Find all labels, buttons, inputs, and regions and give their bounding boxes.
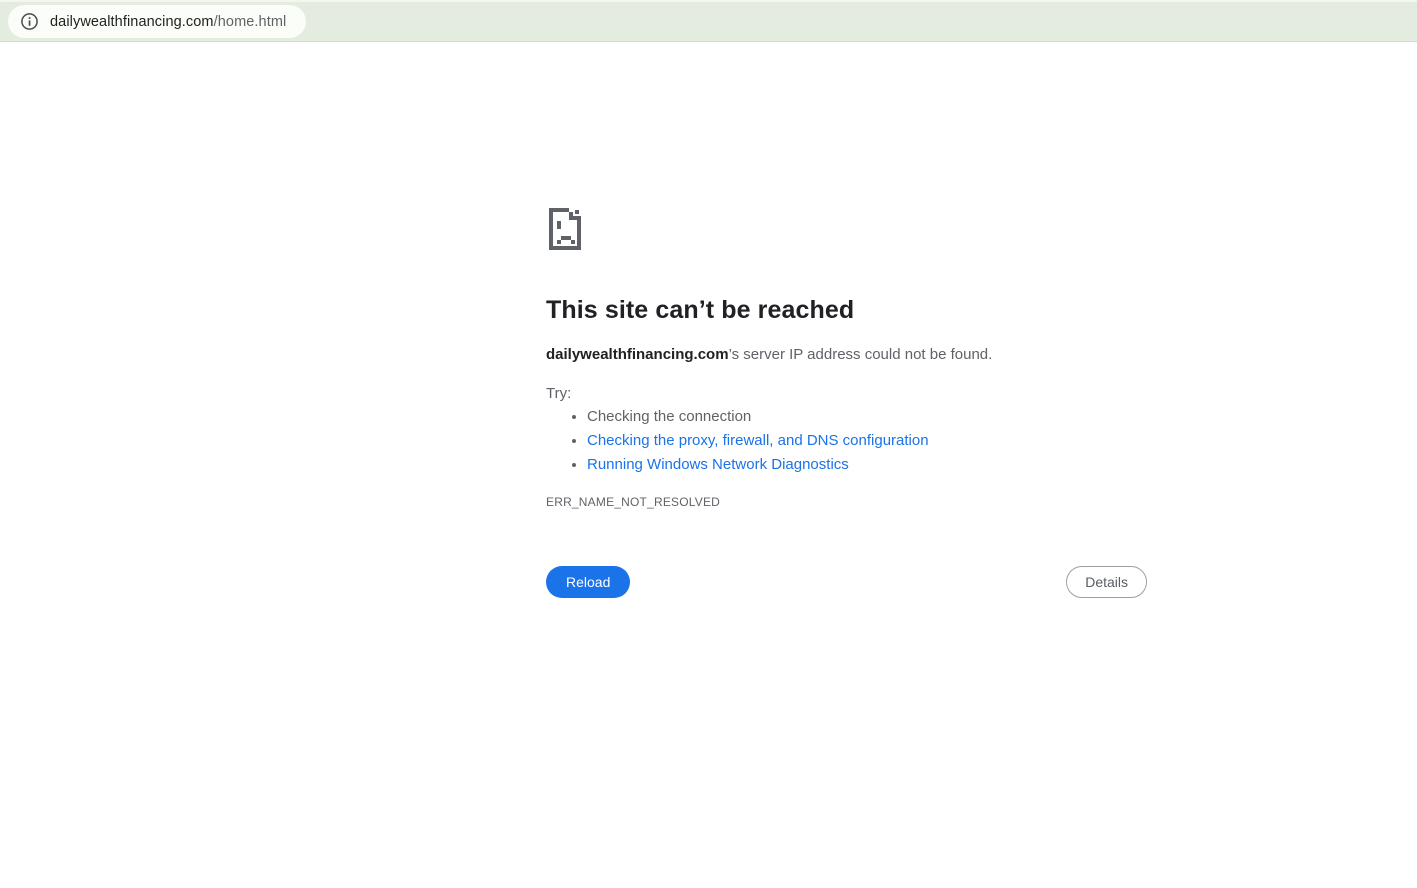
url-path: /home.html: [213, 13, 287, 30]
suggestion-item: Checking the proxy, firewall, and DNS co…: [587, 429, 929, 453]
error-message: dailywealthfinancing.com’s server IP add…: [546, 345, 992, 365]
button-row: Reload Details: [546, 566, 1147, 598]
error-message-domain: dailywealthfinancing.com: [546, 346, 729, 363]
suggestion-list: Checking the connection Checking the pro…: [546, 405, 929, 477]
suggestion-item: Checking the connection: [587, 405, 929, 429]
suggestion-text: Checking the connection: [587, 408, 752, 425]
error-message-suffix: ’s server IP address could not be found.: [728, 346, 993, 363]
url-text[interactable]: dailywealthfinancing.com/home.html: [50, 14, 286, 30]
url-domain: dailywealthfinancing.com: [50, 13, 214, 30]
error-page-content: This site can’t be reached dailywealthfi…: [546, 42, 1147, 888]
reload-button[interactable]: Reload: [546, 566, 631, 598]
sad-file-icon: [549, 208, 581, 250]
error-code: ERR_NAME_NOT_RESOLVED: [546, 495, 721, 509]
details-button[interactable]: Details: [1066, 566, 1147, 598]
try-label: Try:: [546, 385, 572, 402]
proxy-firewall-dns-link[interactable]: Checking the proxy, firewall, and DNS co…: [587, 432, 929, 449]
suggestion-item: Running Windows Network Diagnostics: [587, 453, 929, 477]
browser-toolbar: dailywealthfinancing.com/home.html: [0, 0, 1417, 42]
page-title: This site can’t be reached: [546, 296, 855, 324]
network-diagnostics-link[interactable]: Running Windows Network Diagnostics: [587, 456, 849, 473]
address-bar[interactable]: dailywealthfinancing.com/home.html: [8, 5, 307, 38]
info-circle-icon[interactable]: [21, 13, 38, 30]
